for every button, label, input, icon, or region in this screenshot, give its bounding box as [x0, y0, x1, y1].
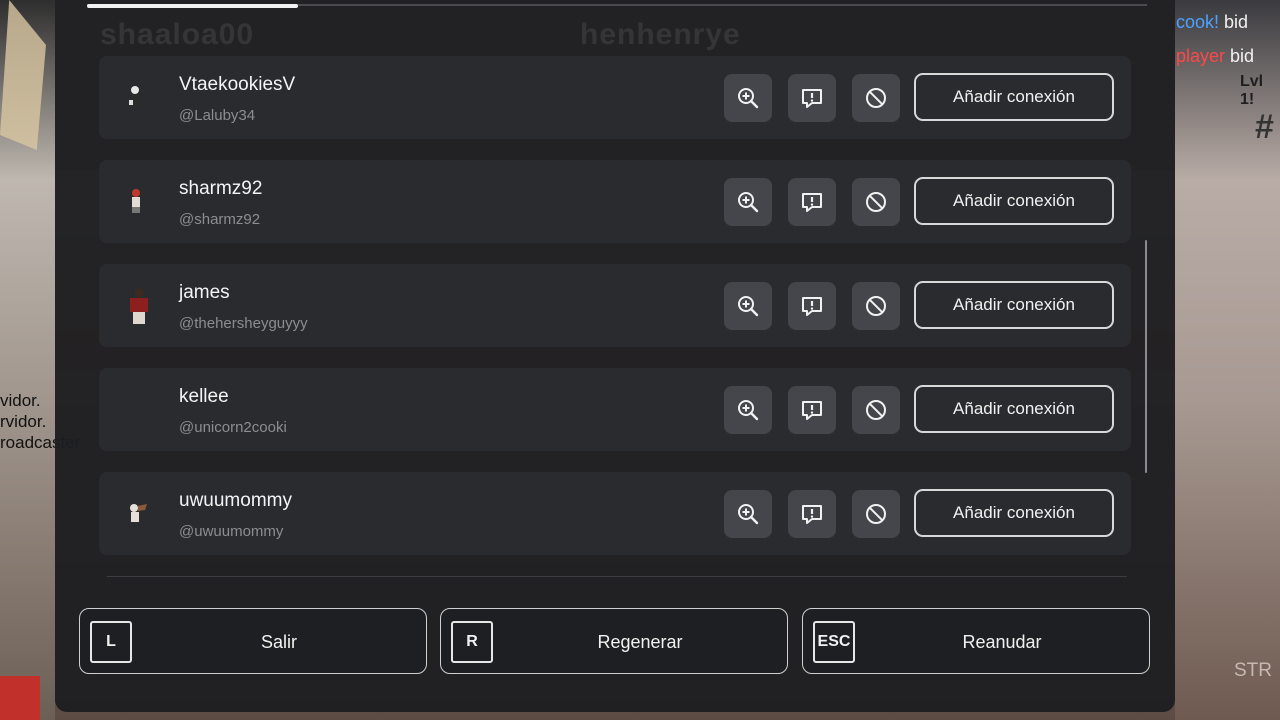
- zoom-in-icon: [738, 88, 759, 109]
- view-profile-button[interactable]: [724, 282, 772, 330]
- report-button[interactable]: [788, 178, 836, 226]
- view-profile-button[interactable]: [724, 74, 772, 122]
- leave-button[interactable]: L Salir: [79, 608, 427, 674]
- chat-username: cook!: [1176, 12, 1220, 32]
- report-flag-icon: [802, 297, 822, 316]
- block-button[interactable]: [852, 386, 900, 434]
- reset-button[interactable]: R Regenerar: [440, 608, 788, 674]
- strike-label: STR: [1234, 660, 1272, 681]
- block-icon: [866, 88, 886, 108]
- scrollbar[interactable]: [1145, 240, 1147, 473]
- view-profile-button[interactable]: [724, 490, 772, 538]
- player-handle: @Laluby34: [179, 107, 256, 124]
- player-handle: @thehersheyguyyy: [179, 315, 308, 332]
- player-row: VtaekookiesV @Laluby34 Añadir conexión: [99, 56, 1131, 139]
- add-connection-button[interactable]: Añadir conexión: [914, 177, 1114, 225]
- view-profile-button[interactable]: [724, 178, 772, 226]
- players-menu-panel: shaaloa00 henhenrye VtaekookiesV @Laluby…: [55, 0, 1175, 712]
- report-button[interactable]: [788, 386, 836, 434]
- footer-divider: [107, 576, 1127, 577]
- report-flag-icon: [802, 505, 822, 524]
- player-row: kellee @unicorn2cooki Añadir conexión: [99, 368, 1131, 451]
- add-connection-button[interactable]: Añadir conexión: [914, 73, 1114, 121]
- zoom-in-icon: [738, 504, 759, 525]
- avatar: [117, 388, 161, 432]
- keycap-l: L: [90, 621, 132, 663]
- block-button[interactable]: [852, 282, 900, 330]
- report-button[interactable]: [788, 74, 836, 122]
- player-row: sharmz92 @sharmz92 Añadir conexión: [99, 160, 1131, 243]
- block-icon: [866, 192, 886, 212]
- leave-label: Salir: [260, 631, 297, 652]
- block-button[interactable]: [852, 74, 900, 122]
- report-flag-icon: [802, 401, 822, 420]
- reset-label: Regenerar: [597, 631, 683, 652]
- block-button[interactable]: [852, 490, 900, 538]
- background-red-block: [0, 676, 40, 720]
- block-icon: [866, 296, 886, 316]
- avatar: [130, 288, 148, 324]
- active-tab-indicator: [87, 4, 298, 8]
- player-row: james @thehersheyguyyy Añadir conexión: [99, 264, 1131, 347]
- add-connection-button[interactable]: Añadir conexión: [914, 489, 1114, 537]
- level-label: Lvl 1!: [1240, 73, 1264, 108]
- resume-button[interactable]: ESC Reanudar: [802, 608, 1150, 674]
- add-connection-button[interactable]: Añadir conexión: [914, 281, 1114, 329]
- block-icon: [866, 400, 886, 420]
- keycap-r: R: [451, 621, 493, 663]
- report-flag-icon: [802, 89, 822, 108]
- zoom-in-icon: [738, 192, 759, 213]
- block-button[interactable]: [852, 178, 900, 226]
- player-display-name: james: [179, 282, 230, 303]
- chat-username: player: [1176, 46, 1226, 66]
- player-handle: @uwuumommy: [179, 523, 284, 540]
- chat-line: player bid: [1176, 42, 1280, 76]
- report-button[interactable]: [788, 282, 836, 330]
- player-display-name: uwuumommy: [179, 490, 292, 511]
- avatar: [129, 86, 140, 106]
- player-handle: @sharmz92: [179, 211, 261, 228]
- player-handle: @unicorn2cooki: [179, 419, 287, 436]
- block-icon: [866, 504, 886, 524]
- chat-message: bid: [1230, 46, 1255, 66]
- faded-name: henhenrye: [580, 18, 741, 51]
- avatar: [132, 189, 140, 213]
- keycap-esc: ESC: [813, 621, 855, 663]
- player-display-name: kellee: [179, 386, 229, 407]
- view-profile-button[interactable]: [724, 386, 772, 434]
- player-display-name: VtaekookiesV: [179, 74, 296, 95]
- zoom-in-icon: [738, 296, 759, 317]
- resume-label: Reanudar: [962, 631, 1042, 652]
- zoom-in-icon: [738, 400, 759, 421]
- chat-message: bid: [1224, 12, 1249, 32]
- add-connection-button[interactable]: Añadir conexión: [914, 385, 1114, 433]
- player-row: uwuumommy @uwuumommy Añadir conexión: [99, 472, 1131, 555]
- avatar: [130, 504, 147, 522]
- game-chat: cook! bid player bid: [1176, 8, 1280, 76]
- player-display-name: sharmz92: [179, 178, 263, 199]
- faded-name: shaaloa00: [100, 18, 255, 51]
- faded-header-row: shaaloa00 henhenrye: [100, 18, 1130, 51]
- chat-line: cook! bid: [1176, 8, 1280, 42]
- report-button[interactable]: [788, 490, 836, 538]
- hash-label: #: [1255, 108, 1274, 146]
- report-flag-icon: [802, 193, 822, 212]
